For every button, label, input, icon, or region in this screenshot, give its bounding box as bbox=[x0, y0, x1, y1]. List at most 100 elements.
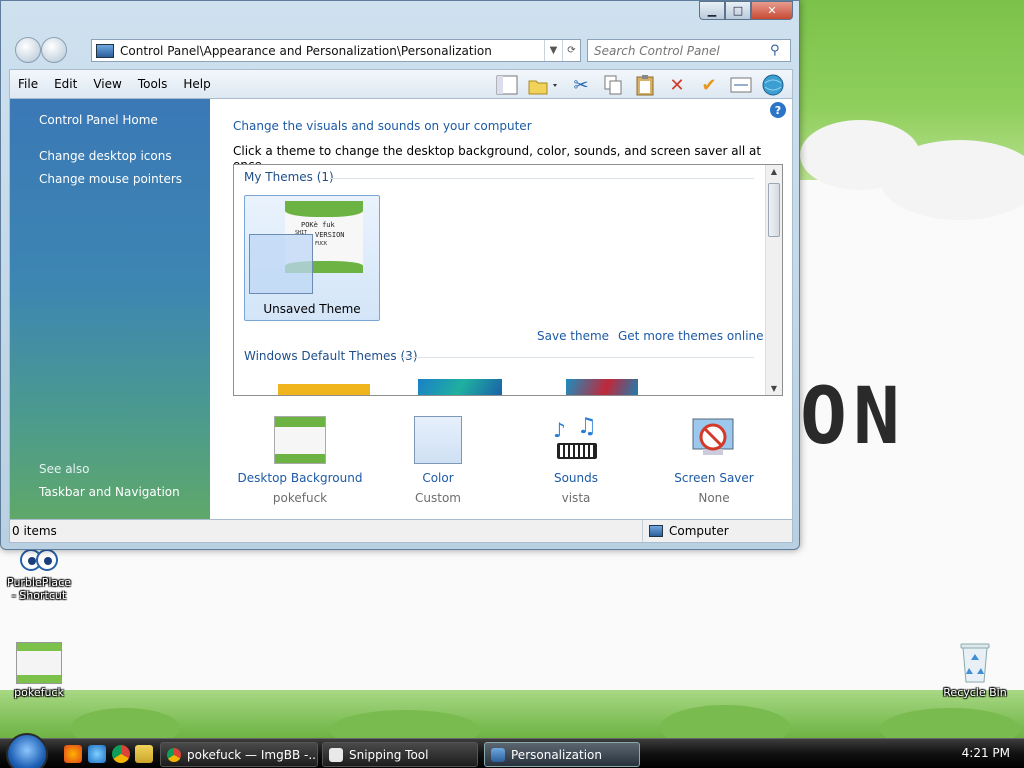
page-heading: Change the visuals and sounds on your co… bbox=[233, 119, 532, 133]
menu-file[interactable]: File bbox=[10, 77, 46, 91]
search-icon[interactable]: ⚲ bbox=[770, 43, 790, 58]
theme-list-scrollbar[interactable]: ▲ ▼ bbox=[765, 165, 782, 395]
thumb-text: POKè fuk bbox=[301, 221, 335, 229]
toolbar-icons: ✂ ✕ ✔ bbox=[494, 72, 786, 98]
folder-icon[interactable] bbox=[135, 745, 153, 763]
sidebar-link-control-panel-home[interactable]: Control Panel Home bbox=[39, 113, 158, 127]
recycle-bin-icon bbox=[958, 638, 992, 684]
theme-preview-default-3[interactable] bbox=[566, 379, 638, 395]
firefox-icon[interactable] bbox=[64, 745, 82, 763]
setting-sounds[interactable]: ♪ ♫ Sounds vista bbox=[506, 399, 646, 505]
chrome-icon[interactable] bbox=[112, 745, 130, 763]
desktop-icon-purbleplace[interactable]: PurblePlace - Shortcut bbox=[4, 548, 74, 602]
status-bar: 0 items Computer bbox=[9, 519, 793, 543]
setting-value: None bbox=[698, 491, 730, 505]
theme-tile-unsaved[interactable]: POKè fuk SHIT VERSION FUCK Unsaved Theme bbox=[244, 195, 380, 321]
color-swatch-icon bbox=[368, 415, 508, 465]
desktop-icon-recycle-bin[interactable]: Recycle Bin bbox=[940, 638, 1010, 699]
menu-tools[interactable]: Tools bbox=[130, 77, 176, 91]
theme-preview-default-2[interactable] bbox=[418, 379, 502, 395]
taskbar-button-imgbb[interactable]: pokefuck — ImgBB -... bbox=[160, 742, 318, 767]
control-panel-icon bbox=[491, 747, 505, 762]
setting-title: Sounds bbox=[553, 471, 599, 485]
folder-options-icon[interactable] bbox=[526, 72, 562, 98]
globe-icon[interactable] bbox=[760, 72, 786, 98]
address-path: Control Panel\Appearance and Personaliza… bbox=[120, 43, 492, 58]
close-button[interactable]: ✕ bbox=[751, 1, 793, 20]
cut-icon[interactable]: ✂ bbox=[568, 72, 594, 98]
back-button[interactable] bbox=[15, 37, 41, 63]
group-title-my-themes: My Themes (1) bbox=[244, 170, 334, 184]
see-also-title: See also bbox=[39, 462, 90, 476]
setting-title: Color bbox=[422, 471, 454, 485]
personalization-window: ▁ □ ✕ Control Panel\Appearance and Perso… bbox=[0, 0, 800, 550]
thumb-text: FUCK bbox=[315, 241, 328, 247]
save-theme-link[interactable]: Save theme bbox=[537, 329, 609, 343]
theme-label: Unsaved Theme bbox=[263, 302, 361, 316]
get-more-themes-link[interactable]: Get more themes online bbox=[618, 329, 764, 343]
menu-edit[interactable]: Edit bbox=[46, 77, 85, 91]
status-zone: Computer bbox=[642, 520, 792, 542]
taskbar-button-personalization[interactable]: Personalization bbox=[484, 742, 640, 767]
internet-explorer-icon[interactable] bbox=[88, 745, 106, 763]
minimize-button[interactable]: ▁ bbox=[699, 1, 725, 20]
desktop-icon-label: pokefuck bbox=[14, 686, 64, 699]
setting-title: Screen Saver bbox=[674, 471, 754, 485]
check-icon[interactable]: ✔ bbox=[696, 72, 722, 98]
scissors-icon bbox=[329, 747, 343, 762]
thumb-text: VERSION bbox=[315, 231, 345, 239]
scroll-down-icon[interactable]: ▼ bbox=[766, 384, 782, 393]
forward-button[interactable] bbox=[41, 37, 67, 63]
chrome-icon bbox=[167, 747, 181, 762]
theme-preview-default-1[interactable] bbox=[278, 384, 370, 395]
copy-icon[interactable] bbox=[600, 72, 626, 98]
status-items-count: 0 items bbox=[12, 524, 57, 538]
address-bar[interactable]: Control Panel\Appearance and Personaliza… bbox=[91, 39, 581, 62]
paste-icon[interactable] bbox=[632, 72, 658, 98]
sidebar-link-change-mouse-pointers[interactable]: Change mouse pointers bbox=[39, 172, 182, 186]
taskbar-clock[interactable]: 4:21 PM bbox=[962, 746, 1010, 760]
taskbar-button-label: pokefuck — ImgBB -... bbox=[187, 747, 318, 762]
taskbar: pokefuck — ImgBB -... Snipping Tool Pers… bbox=[0, 733, 1024, 768]
image-file-icon bbox=[16, 642, 62, 684]
desktop-icon-label: Recycle Bin bbox=[943, 686, 1007, 699]
address-dropdown-icon[interactable]: ▼ bbox=[544, 40, 562, 61]
desktop-icon-pokefuck[interactable]: pokefuck bbox=[4, 642, 74, 699]
theme-list: My Themes (1) POKè fuk SHIT VERSION FUCK… bbox=[233, 164, 783, 396]
menu-bar: File Edit View Tools Help ✂ ✕ ✔ bbox=[9, 69, 793, 99]
main-pane: ? Change the visuals and sounds on your … bbox=[210, 99, 792, 519]
caption-buttons: ▁ □ ✕ bbox=[699, 1, 793, 20]
setting-screen-saver[interactable]: Screen Saver None bbox=[644, 399, 784, 505]
setting-color[interactable]: Color Custom bbox=[368, 399, 508, 505]
setting-desktop-background[interactable]: Desktop Background pokefuck bbox=[230, 399, 370, 505]
svg-text:♫: ♫ bbox=[577, 415, 597, 439]
wallpaper-text: ON bbox=[800, 372, 906, 462]
setting-value: vista bbox=[561, 491, 591, 505]
desktop-icon-label: PurblePlace - Shortcut bbox=[7, 576, 71, 602]
scrollbar-thumb[interactable] bbox=[768, 183, 780, 237]
maximize-button[interactable]: □ bbox=[725, 1, 751, 20]
menu-help[interactable]: Help bbox=[175, 77, 218, 91]
start-button[interactable] bbox=[6, 733, 48, 768]
search-box[interactable]: ⚲ bbox=[587, 39, 791, 62]
wallpaper-cloud bbox=[880, 140, 1024, 220]
sounds-icon: ♪ ♫ bbox=[506, 415, 646, 465]
group-divider bbox=[330, 178, 754, 179]
help-icon[interactable]: ? bbox=[770, 102, 786, 118]
properties-icon[interactable] bbox=[728, 72, 754, 98]
taskbar-button-snipping-tool[interactable]: Snipping Tool bbox=[322, 742, 478, 767]
sidebar-link-taskbar-navigation[interactable]: Taskbar and Navigation bbox=[39, 485, 180, 499]
menu-view[interactable]: View bbox=[85, 77, 129, 91]
computer-icon bbox=[649, 525, 663, 537]
screen-saver-icon bbox=[644, 415, 784, 465]
window-color-preview bbox=[249, 234, 313, 294]
layout-icon[interactable] bbox=[494, 72, 520, 98]
delete-icon[interactable]: ✕ bbox=[664, 72, 690, 98]
scroll-up-icon[interactable]: ▲ bbox=[766, 167, 782, 176]
search-input[interactable] bbox=[588, 43, 770, 58]
setting-value: Custom bbox=[415, 491, 461, 505]
sidebar-link-change-desktop-icons[interactable]: Change desktop icons bbox=[39, 149, 172, 163]
task-pane: Control Panel Home Change desktop icons … bbox=[10, 99, 210, 519]
content-area: Control Panel Home Change desktop icons … bbox=[9, 99, 793, 519]
refresh-icon[interactable]: ⟳ bbox=[562, 40, 580, 61]
